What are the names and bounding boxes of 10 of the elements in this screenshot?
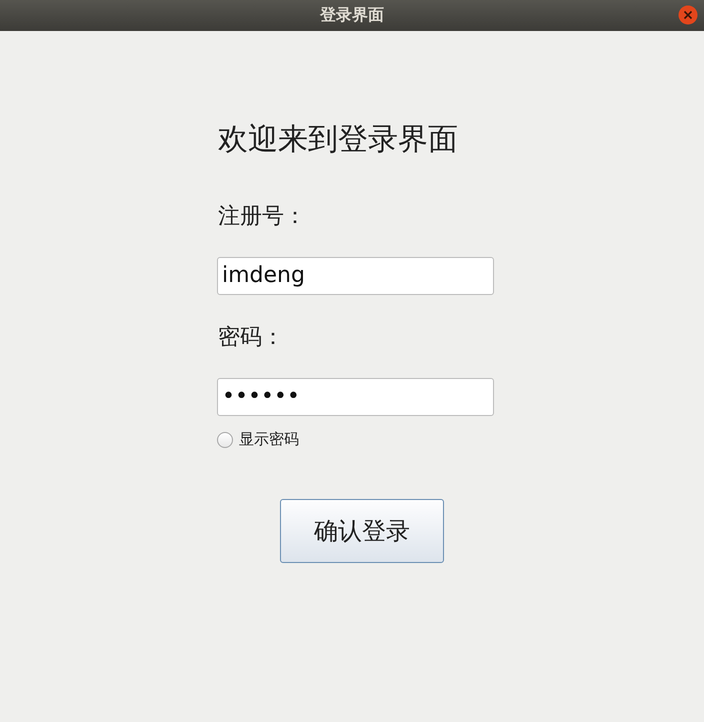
window-title: 登录界面 (320, 5, 384, 26)
input-field[interactable]: imdeng (217, 257, 494, 295)
field-label: 注册号： (218, 203, 306, 231)
show-password-label[interactable]: 显示密码 (239, 430, 299, 449)
field-label: 密码： (218, 324, 284, 352)
login-button[interactable]: 确认登录 (280, 499, 444, 563)
close-icon[interactable] (678, 5, 698, 25)
show-password-radio[interactable] (217, 432, 233, 448)
input-field[interactable]: •••••• (217, 378, 494, 416)
welcome-heading: 欢迎来到登录界面 (218, 121, 458, 159)
